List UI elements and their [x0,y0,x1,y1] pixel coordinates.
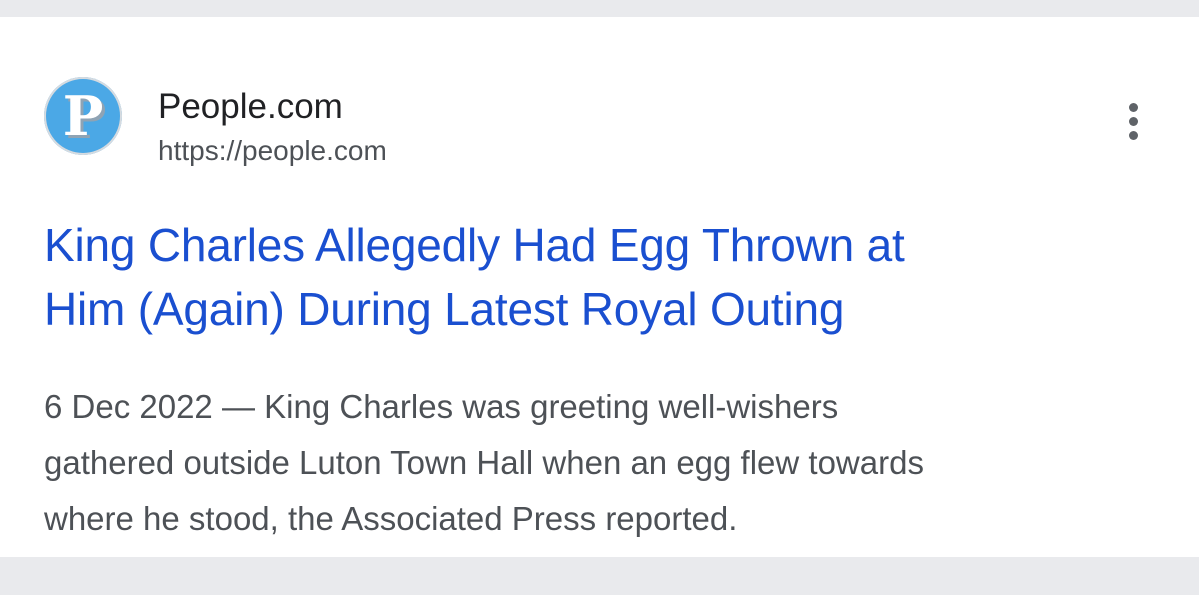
result-snippet: 6 Dec 2022 — King Charles was greeting w… [44,379,1164,547]
snippet-date: 6 Dec 2022 [44,388,213,425]
result-title-link[interactable]: King Charles Allegedly Had Egg Thrown at… [44,213,1164,341]
more-vert-icon-dot [1129,131,1138,140]
snippet-first-line: 6 Dec 2022 — King Charles was greeting w… [44,379,1164,435]
site-name[interactable]: People.com [158,87,343,127]
favicon-letter: P [62,84,104,148]
more-options-button[interactable] [1114,97,1154,147]
snippet-line: where he stood, the Associated Press rep… [44,500,738,537]
snippet-line: gathered outside Luton Town Hall when an… [44,444,924,481]
result-title-line: Him (Again) During Latest Royal Outing [44,283,845,335]
result-title-line: King Charles Allegedly Had Egg Thrown at [44,219,905,271]
search-result-card: P People.com https://people.com King Cha… [0,17,1199,557]
more-vert-icon-dot [1129,103,1138,112]
more-vert-icon-dot [1129,117,1138,126]
snippet-separator: — [221,388,255,425]
snippet-text: King Charles was greeting well-wishers [264,388,839,425]
site-url[interactable]: https://people.com [158,134,387,168]
people-logo-icon[interactable]: P [44,77,122,155]
